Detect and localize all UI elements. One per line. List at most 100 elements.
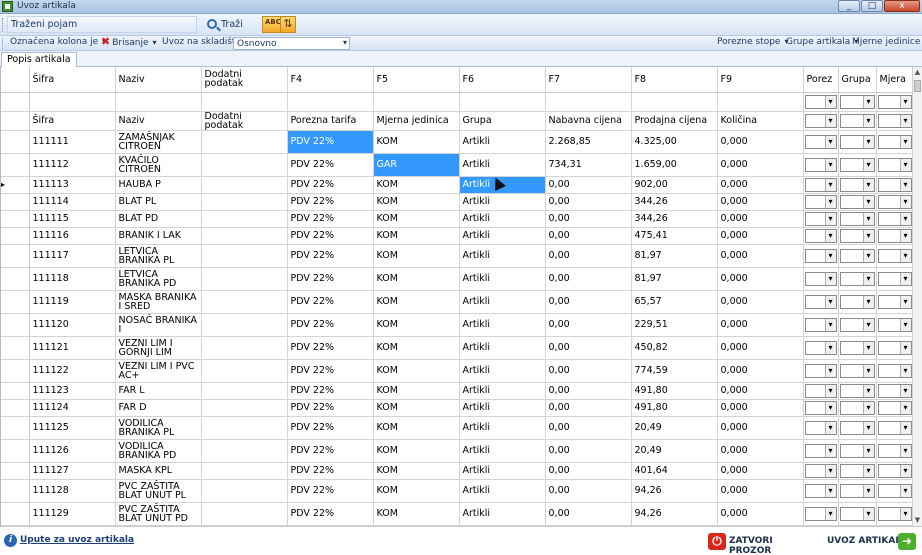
cell-tax[interactable]: PDV 22%: [287, 176, 374, 194]
marked-column-dropdown[interactable]: Označena kolona je: [10, 37, 106, 50]
cell-name[interactable]: PVC ZAŠTITA BLAT UNUT PD: [115, 502, 202, 526]
cell-unit[interactable]: KOM: [373, 502, 460, 526]
cell-code[interactable]: 111117: [29, 244, 116, 268]
mapping-select-cell[interactable]: [838, 92, 877, 112]
mapping-select[interactable]: [877, 211, 912, 226]
cell-extra[interactable]: [201, 176, 288, 194]
cell-unit[interactable]: KOM: [373, 399, 460, 417]
cell-group[interactable]: Artikli: [459, 462, 546, 480]
cell-sell[interactable]: 902,00: [631, 176, 718, 194]
help-link[interactable]: i Upute za uvoz artikala: [4, 534, 134, 547]
mapping-select-cell[interactable]: [803, 313, 839, 337]
cell-qty[interactable]: 0,000: [717, 313, 804, 337]
search-button[interactable]: Traži: [203, 16, 257, 33]
cell-extra[interactable]: [201, 130, 288, 154]
mapping-select-cell[interactable]: [876, 193, 912, 211]
cell-buy[interactable]: 0,00: [545, 313, 632, 337]
field-header-0[interactable]: Šifra: [29, 111, 116, 131]
cell-name[interactable]: VEZNI LIM I PVC AC+: [115, 359, 202, 383]
field-header-4[interactable]: Mjerna jedinica: [373, 111, 460, 131]
mapping-select[interactable]: [839, 157, 875, 172]
filter-cell[interactable]: [631, 92, 718, 112]
cell-unit[interactable]: KOM: [373, 479, 460, 503]
cell-sell[interactable]: 1.659,00: [631, 153, 718, 177]
cell-qty[interactable]: 0,000: [717, 130, 804, 154]
mapping-select[interactable]: [804, 463, 837, 478]
cell-sell[interactable]: 81,97: [631, 267, 718, 291]
mapping-select-cell[interactable]: [803, 176, 839, 194]
mapping-select[interactable]: [877, 157, 912, 172]
close-window-footer-button[interactable]: ⏻ ZATVORI PROZOR: [705, 531, 805, 555]
mapping-select-cell[interactable]: [803, 267, 839, 291]
cell-unit[interactable]: KOM: [373, 267, 460, 291]
filter-cell[interactable]: [545, 92, 632, 112]
mapping-select[interactable]: [804, 134, 837, 149]
mapping-select[interactable]: [839, 271, 875, 286]
cell-group[interactable]: Artikli: [459, 313, 546, 337]
mapping-select[interactable]: [877, 294, 912, 309]
cell-buy[interactable]: 0,00: [545, 359, 632, 383]
cell-group[interactable]: Artikli: [459, 130, 546, 154]
cell-group[interactable]: Artikli: [459, 416, 546, 440]
mapping-select[interactable]: [839, 443, 875, 458]
cell-code[interactable]: 111116: [29, 227, 116, 245]
cell-sell[interactable]: 491,80: [631, 399, 718, 417]
search-term-label[interactable]: Traženi pojam: [7, 16, 197, 33]
table-row[interactable]: 111119 MASKA BRANIKA I SRED PDV 22% KOM Arti…: [1, 290, 912, 314]
cell-unit[interactable]: KOM: [373, 462, 460, 480]
mapping-select-cell[interactable]: [803, 227, 839, 245]
cell-extra[interactable]: [201, 153, 288, 177]
scroll-thumb[interactable]: [914, 80, 921, 92]
mapping-select[interactable]: [877, 228, 912, 243]
cell-name[interactable]: LETVICA BRANIKA PD: [115, 267, 202, 291]
cell-unit[interactable]: KOM: [373, 382, 460, 400]
cell-sell[interactable]: 65,57: [631, 290, 718, 314]
cell-group[interactable]: Artikli: [459, 244, 546, 268]
cell-unit[interactable]: KOM: [373, 130, 460, 154]
mapping-select[interactable]: [839, 420, 875, 435]
cell-qty[interactable]: 0,000: [717, 382, 804, 400]
field-header-3[interactable]: Porezna tarifa: [287, 111, 374, 131]
table-row[interactable]: 111127 MASKA KPL PDV 22% KOM Artikli 0,00 401,…: [1, 462, 912, 480]
cell-buy[interactable]: 0,00: [545, 416, 632, 440]
cell-sell[interactable]: 450,82: [631, 336, 718, 360]
cell-buy[interactable]: 0,00: [545, 176, 632, 194]
mapping-select[interactable]: [804, 420, 837, 435]
table-row[interactable]: 111114 BLAT PL PDV 22% KOM Artikli 0,00 344,26…: [1, 193, 912, 211]
cell-extra[interactable]: [201, 210, 288, 228]
cell-sell[interactable]: 81,97: [631, 244, 718, 268]
cell-name[interactable]: ZAMAŠNJAK CITROEN: [115, 130, 202, 154]
mapping-select-cell[interactable]: [876, 502, 912, 526]
cell-qty[interactable]: 0,000: [717, 336, 804, 360]
mapping-select-cell[interactable]: [838, 244, 877, 268]
mapping-select[interactable]: [839, 340, 875, 355]
cell-tax[interactable]: PDV 22%: [287, 153, 374, 177]
cell-sell[interactable]: 94,26: [631, 502, 718, 526]
table-row[interactable]: 111121 VEZNI LIM I GORNJI LIM PDV 22% KOM Ar…: [1, 336, 912, 360]
cell-qty[interactable]: 0,000: [717, 267, 804, 291]
cell-extra[interactable]: [201, 290, 288, 314]
table-row[interactable]: 111117 LETVICA BRANIKA PL PDV 22% KOM Artikl…: [1, 244, 912, 268]
cell-group[interactable]: Artikli: [459, 439, 546, 463]
cell-extra[interactable]: [201, 267, 288, 291]
cell-qty[interactable]: 0,000: [717, 210, 804, 228]
cell-group[interactable]: Artikli: [459, 399, 546, 417]
mapping-select[interactable]: [877, 113, 912, 128]
cell-name[interactable]: BLAT PL: [115, 193, 202, 211]
table-row[interactable]: 111116 BRANIK I LAK PDV 22% KOM Artikli 0,00 4…: [1, 227, 912, 245]
cell-tax[interactable]: PDV 22%: [287, 502, 374, 526]
table-row[interactable]: 111123 FAR L PDV 22% KOM Artikli 0,00 491,80 0,…: [1, 382, 912, 400]
mapping-select-cell[interactable]: [876, 153, 912, 177]
cell-name[interactable]: NOSAČ BRANIKA I: [115, 313, 202, 337]
cell-code[interactable]: 111129: [29, 502, 116, 526]
cell-tax[interactable]: PDV 22%: [287, 439, 374, 463]
cell-name[interactable]: VEZNI LIM I GORNJI LIM: [115, 336, 202, 360]
cell-tax[interactable]: PDV 22%: [287, 290, 374, 314]
table-row[interactable]: 111128 PVC ZAŠTITA BLAT UNUT PL PDV 22% KOM…: [1, 479, 912, 503]
cell-buy[interactable]: 0,00: [545, 210, 632, 228]
cell-name[interactable]: VODILICA BRANIKA PD: [115, 439, 202, 463]
column-header-9[interactable]: Porez: [803, 67, 839, 93]
cell-unit[interactable]: KOM: [373, 416, 460, 440]
minimize-button[interactable]: _: [838, 0, 860, 12]
cell-unit[interactable]: KOM: [373, 210, 460, 228]
